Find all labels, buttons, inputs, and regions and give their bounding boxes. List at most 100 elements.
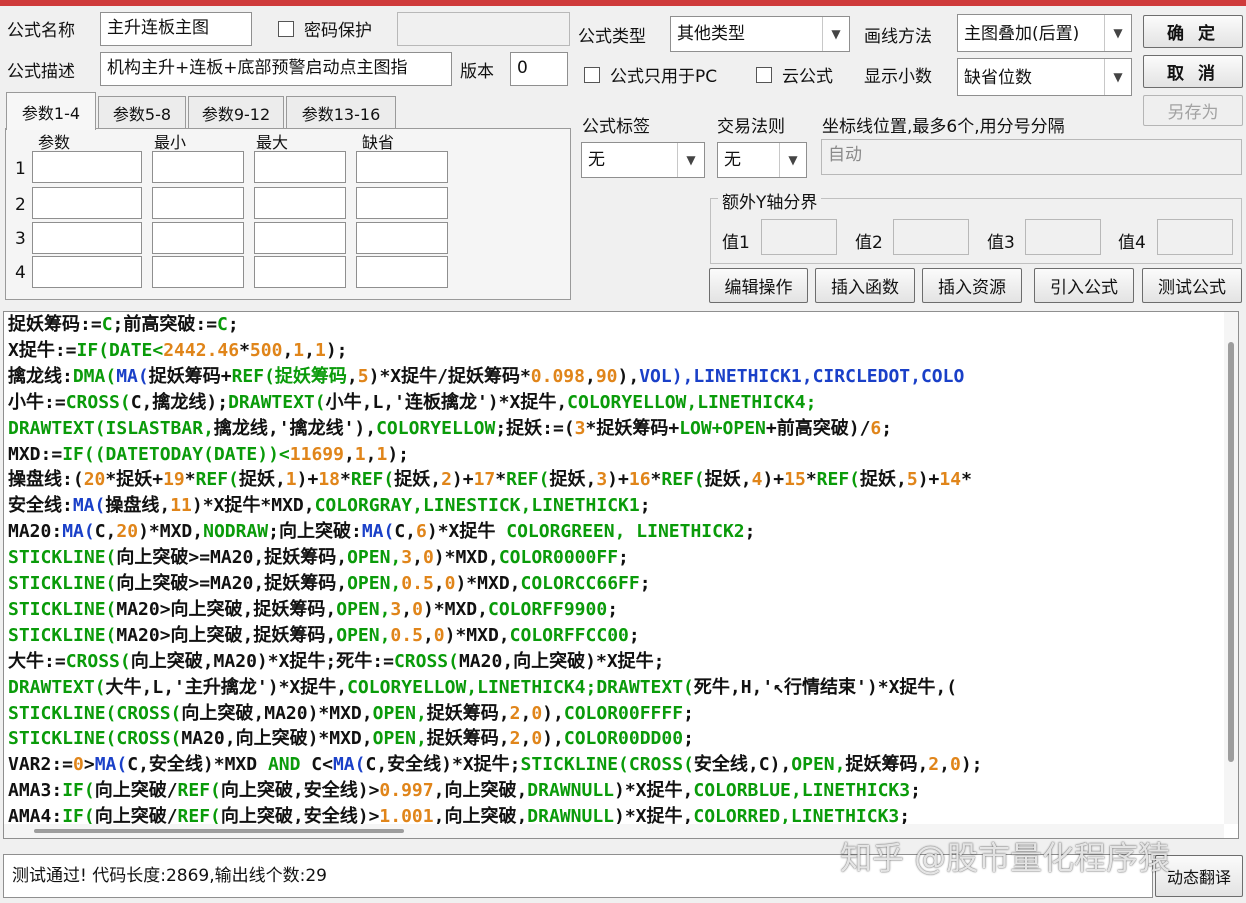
param-1-name-input[interactable] (32, 151, 142, 183)
code-token: STICKLINE( (8, 598, 117, 620)
param-2-min-input[interactable] (152, 187, 244, 219)
code-token: 向上突破,MA20)*MXD, (181, 702, 373, 724)
save-as-button[interactable]: 另存为 (1143, 95, 1243, 126)
param-3-min-input[interactable] (152, 222, 244, 254)
param-3-default-input[interactable] (356, 222, 448, 254)
code-token: ); (387, 443, 410, 465)
insert-function-button[interactable]: 插入函数 (815, 268, 915, 303)
params-panel: 参数 最小 最大 缺省 1 2 3 4 (5, 128, 571, 300)
code-token: REF( (177, 780, 221, 802)
code-token: 捉妖筹码 (274, 365, 347, 387)
param-4-default-input[interactable] (356, 256, 448, 288)
code-token: )*X捉牛 (426, 521, 507, 543)
chevron-down-icon[interactable]: ▼ (1104, 59, 1131, 95)
param-1-default-input[interactable] (356, 151, 448, 183)
chevron-down-icon[interactable]: ▼ (822, 17, 849, 51)
tab-params-5-8[interactable]: 参数5-8 (98, 96, 186, 128)
code-token: +前高突破)/ (765, 417, 871, 439)
code-token: 擒龙线: (8, 365, 73, 387)
code-token: 15 (784, 469, 806, 491)
value1-input[interactable] (761, 219, 837, 255)
code-editor[interactable]: 捉妖筹码:=C;前高突破:=C; X捉牛:=IF(DATE<2442.46*500… (3, 311, 1239, 839)
chevron-down-icon[interactable]: ▼ (1104, 15, 1131, 51)
insert-resource-button[interactable]: 插入资源 (922, 268, 1022, 303)
chevron-down-icon[interactable]: ▼ (677, 143, 704, 177)
code-token: 1 (293, 339, 305, 361)
tab-params-13-16[interactable]: 参数13-16 (286, 96, 396, 128)
param-4-name-input[interactable] (32, 256, 142, 288)
value3-input[interactable] (1025, 219, 1101, 255)
code-token: , (584, 365, 596, 387)
param-1-min-input[interactable] (152, 151, 244, 183)
code-token: )+ (762, 469, 785, 491)
cloud-checkbox[interactable] (756, 67, 772, 83)
chevron-down-icon[interactable]: ▼ (779, 143, 806, 177)
code-token: MA20: (8, 521, 63, 543)
param-2-max-input[interactable] (254, 187, 346, 219)
formula-name-input[interactable]: 主升连板主图 (100, 12, 252, 46)
code-token: COLORFFCC00 (509, 624, 629, 646)
code-token: C (101, 314, 113, 335)
cancel-button[interactable]: 取 消 (1143, 55, 1243, 88)
code-token: )*MXD, (444, 624, 510, 646)
param-2-name-input[interactable] (32, 187, 142, 219)
param-header-default: 缺省 (362, 133, 395, 152)
formula-tag-select[interactable]: 无 ▼ (581, 142, 705, 178)
param-1-max-input[interactable] (254, 151, 346, 183)
code-token: )+ (607, 469, 629, 491)
code-token: 0.5 (390, 624, 423, 646)
code-token: 0 (949, 754, 961, 776)
draw-method-label: 画线方法 (864, 27, 932, 47)
param-3-max-input[interactable] (254, 222, 346, 254)
value4-input[interactable] (1157, 219, 1233, 255)
code-token: ; (639, 573, 651, 594)
axis-lines-input[interactable]: 自动 (821, 139, 1242, 175)
param-row-number: 4 (15, 263, 26, 283)
draw-method-select[interactable]: 主图叠加(后置) ▼ (957, 14, 1132, 52)
code-token: STICKLINE( (8, 547, 117, 569)
code-token: COLORYELLOW,LINETHICK4; (567, 391, 817, 413)
tab-params-1-4[interactable]: 参数1-4 (6, 92, 96, 130)
code-token: 捉妖, (238, 469, 286, 491)
scrollbar-thumb[interactable] (1228, 342, 1234, 762)
test-formula-button[interactable]: 测试公式 (1142, 268, 1242, 303)
code-token: 向上突破,安全线)> (220, 780, 380, 802)
scrollbar-thumb[interactable] (34, 829, 404, 833)
code-token: COLORYELLOW (376, 417, 496, 439)
code-token: , (433, 573, 445, 594)
code-token: ), (542, 702, 564, 724)
value2-input[interactable] (893, 219, 969, 255)
param-4-max-input[interactable] (254, 256, 346, 288)
code-token: OPEN, (372, 702, 427, 724)
code-token: VOL),LINETHICK1,CIRCLEDOT,COLO (639, 365, 965, 387)
tab-params-9-12[interactable]: 参数9-12 (188, 96, 284, 128)
code-line: 捉妖筹码:=C;前高突破:=C; (8, 312, 239, 338)
code-token: 捉妖筹码+ (148, 365, 232, 387)
version-input[interactable]: 0 (510, 52, 568, 86)
edit-operation-button[interactable]: 编辑操作 (709, 268, 808, 303)
code-token: CROSS( (65, 650, 131, 672)
password-checkbox[interactable] (278, 21, 294, 37)
param-2-default-input[interactable] (356, 187, 448, 219)
code-token: MA20,向上突破)*MXD, (181, 728, 373, 750)
formula-tag-value: 无 (588, 150, 605, 170)
decimal-select[interactable]: 缺省位数 ▼ (957, 58, 1132, 96)
code-token: 500 (249, 339, 283, 361)
formula-desc-input[interactable]: 机构主升+连板+底部预警启动点主图指 (100, 52, 452, 86)
code-token: , (343, 443, 355, 465)
trade-rule-select[interactable]: 无 ▼ (717, 142, 807, 178)
code-token: ; (881, 417, 893, 439)
param-header-name: 参数 (38, 133, 71, 152)
code-token: , (520, 728, 532, 750)
formula-type-select[interactable]: 其他类型 ▼ (670, 16, 850, 52)
code-token: )*X捉牛/捉妖筹码* (368, 365, 531, 387)
param-4-min-input[interactable] (152, 256, 244, 288)
vertical-scrollbar[interactable] (1224, 312, 1238, 824)
password-input[interactable] (397, 12, 570, 46)
code-token: 死牛,H,'↖行情结束')*X捉牛,( (693, 676, 958, 698)
import-formula-button[interactable]: 引入公式 (1034, 268, 1134, 303)
ok-button[interactable]: 确 定 (1143, 15, 1243, 48)
pc-only-checkbox[interactable] (584, 67, 600, 83)
code-token: REF( (231, 365, 275, 387)
param-3-name-input[interactable] (32, 222, 142, 254)
